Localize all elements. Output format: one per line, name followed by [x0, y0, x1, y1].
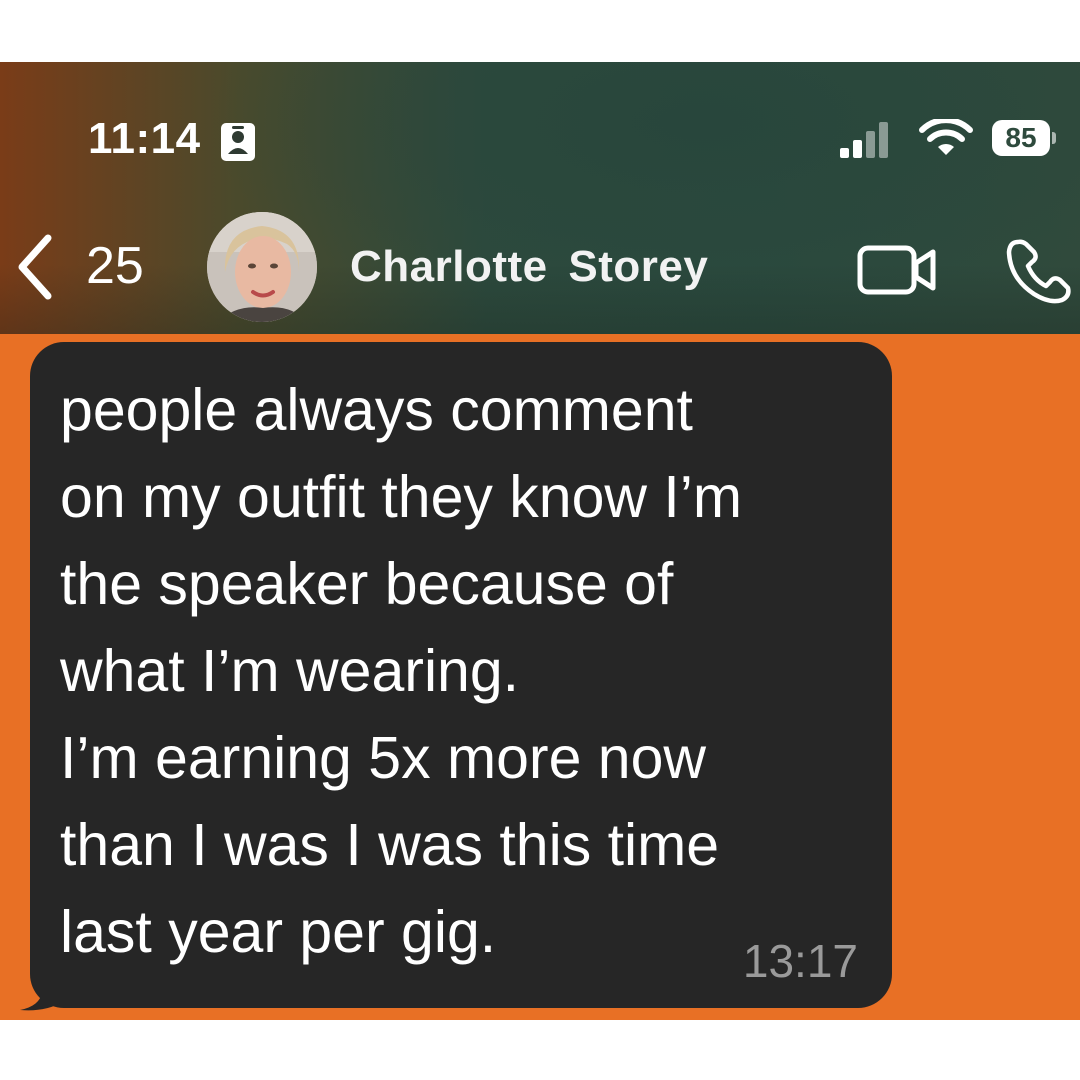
contact-name[interactable]: Charlotte Storey: [350, 242, 708, 292]
message-line: I’m earning 5x more now: [60, 725, 707, 791]
message-timestamp: 13:17: [742, 935, 858, 987]
message-line: than I was I was this time: [60, 812, 720, 878]
id-badge-icon: [221, 123, 255, 161]
battery-tip: [1052, 132, 1056, 144]
avatar[interactable]: [207, 212, 317, 322]
status-bar: 11:14 85: [0, 62, 1080, 212]
chat-navigation: 25 Charlotte Storey: [0, 212, 1080, 334]
bubble-tail: [20, 962, 62, 1011]
message-line: people always comment: [60, 377, 693, 443]
message-line: the speaker because of: [60, 551, 674, 617]
chat-screen: 11:14 85 25 Charlotte Storey people alwa…: [0, 62, 1080, 1020]
phone-call-icon[interactable]: [1004, 238, 1074, 304]
message-bubble[interactable]: people always comment on my outfit they …: [30, 342, 892, 1008]
unread-count[interactable]: 25: [86, 236, 144, 296]
status-time: 11:14: [88, 114, 201, 163]
video-call-icon[interactable]: [856, 242, 938, 298]
wifi-icon: [919, 119, 973, 155]
signal-icon: [840, 122, 888, 158]
message-line: last year per gig.: [60, 899, 497, 965]
chevron-left-icon[interactable]: [12, 232, 56, 302]
battery-icon: 85: [992, 120, 1056, 158]
battery-level: 85: [992, 120, 1050, 156]
message-line: on my outfit they know I’m: [60, 464, 743, 530]
message-line: what I’m wearing.: [60, 638, 520, 704]
